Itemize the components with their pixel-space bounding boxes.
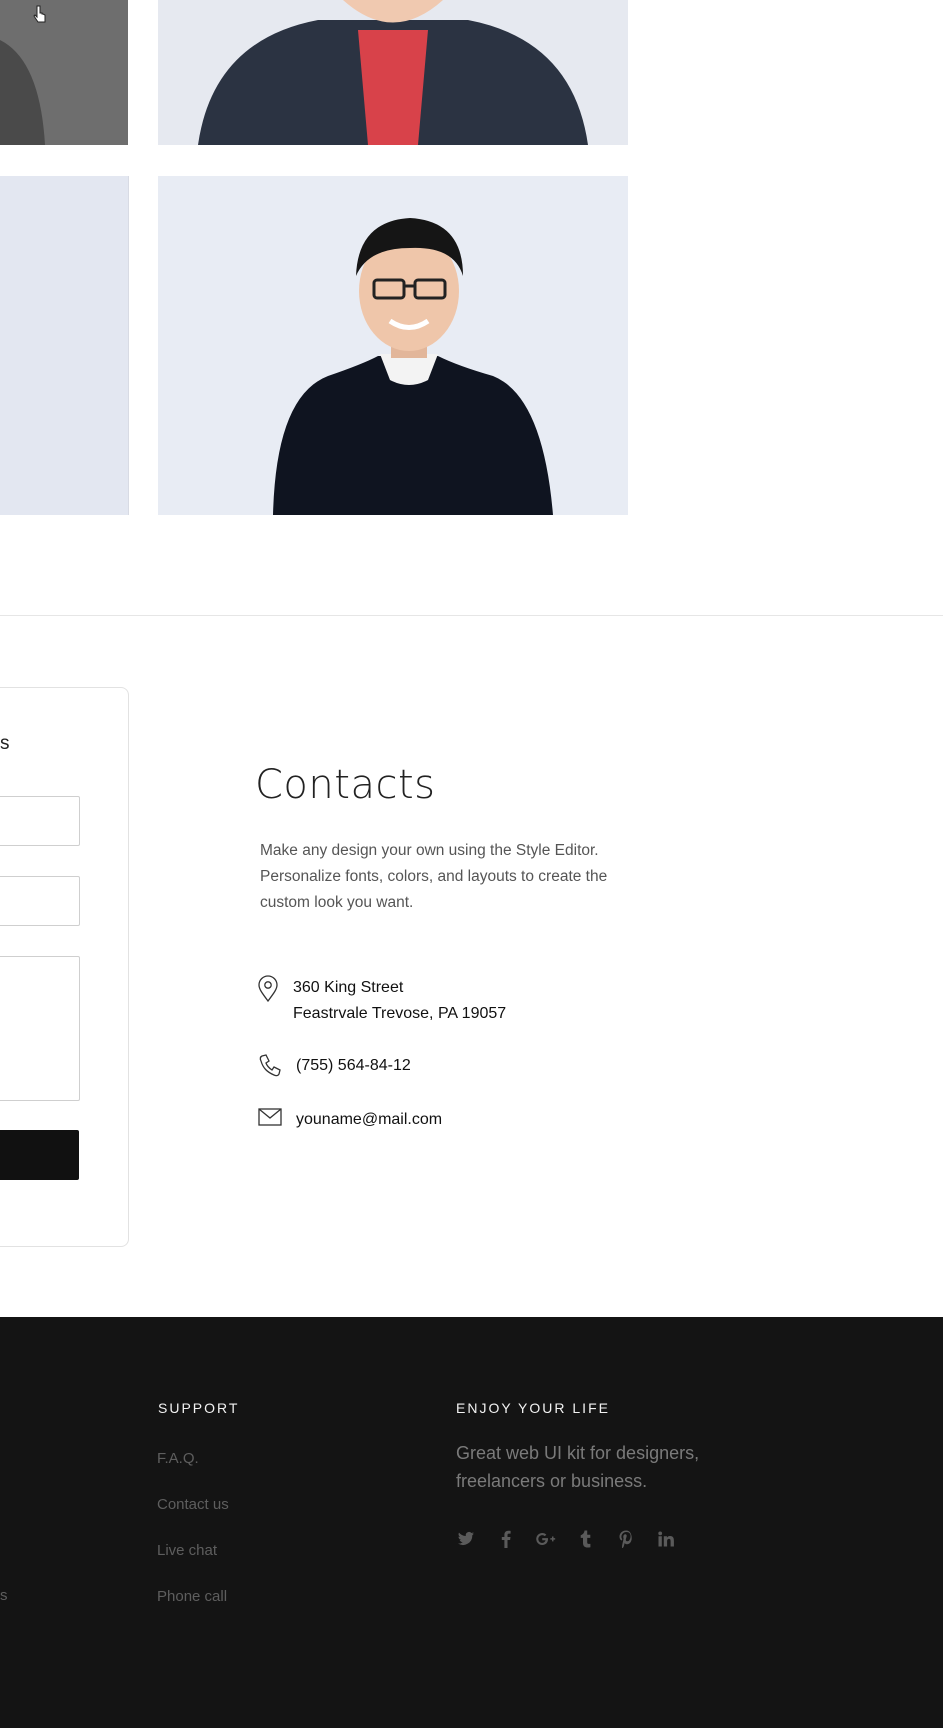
form-heading: s <box>0 733 10 754</box>
google-plus-icon[interactable] <box>536 1529 556 1549</box>
message-field[interactable] <box>0 956 80 1101</box>
facebook-icon[interactable] <box>496 1529 516 1549</box>
tumblr-icon[interactable] <box>576 1529 596 1549</box>
social-links <box>456 1529 676 1549</box>
address-line-2: Feastrvale Trevose, PA 19057 <box>293 1005 507 1022</box>
portrait-image <box>0 176 128 515</box>
footer-link-cropped[interactable]: s <box>0 1587 8 1604</box>
send-button[interactable] <box>0 1130 79 1180</box>
contacts-description: Make any design your own using the Style… <box>260 842 608 911</box>
contact-email[interactable]: youname@mail.com <box>258 1107 442 1133</box>
section-divider <box>0 615 943 616</box>
footer-link-phone-call[interactable]: Phone call <box>157 1588 227 1605</box>
pointer-cursor-icon <box>33 5 46 23</box>
team-photo[interactable] <box>158 0 628 145</box>
team-photo[interactable] <box>0 176 129 515</box>
footer-link-faq[interactable]: F.A.Q. <box>157 1450 199 1467</box>
twitter-icon[interactable] <box>456 1529 476 1549</box>
location-pin-icon <box>258 975 278 1003</box>
email-field[interactable] <box>0 876 80 926</box>
pinterest-icon[interactable] <box>616 1529 636 1549</box>
phone-icon <box>259 1054 281 1077</box>
footer-link-contact-us[interactable]: Contact us <box>157 1496 229 1513</box>
address-line-1: 360 King Street <box>293 979 404 996</box>
phone-number: (755) 564-84-12 <box>296 1057 411 1074</box>
contacts-title: Contacts <box>255 762 436 808</box>
footer-support-heading: SUPPORT <box>158 1400 240 1416</box>
name-field[interactable] <box>0 796 80 846</box>
contact-address: 360 King Street Feastrvale Trevose, PA 1… <box>257 975 506 1027</box>
portrait-image <box>158 176 628 515</box>
contact-phone[interactable]: (755) 564-84-12 <box>258 1053 411 1079</box>
portrait-image <box>158 0 628 145</box>
email-address: youname@mail.com <box>296 1111 443 1128</box>
footer-enjoy-heading: ENJOY YOUR LIFE <box>456 1400 610 1416</box>
footer-link-live-chat[interactable]: Live chat <box>157 1542 217 1559</box>
footer-tagline: Great web UI kit for designers, freelanc… <box>456 1443 700 1491</box>
mail-icon <box>258 1108 282 1126</box>
team-photo[interactable] <box>158 176 628 515</box>
footer <box>0 1317 943 1728</box>
portrait-image <box>0 0 128 145</box>
team-photo[interactable] <box>0 0 128 145</box>
linkedin-icon[interactable] <box>656 1529 676 1549</box>
